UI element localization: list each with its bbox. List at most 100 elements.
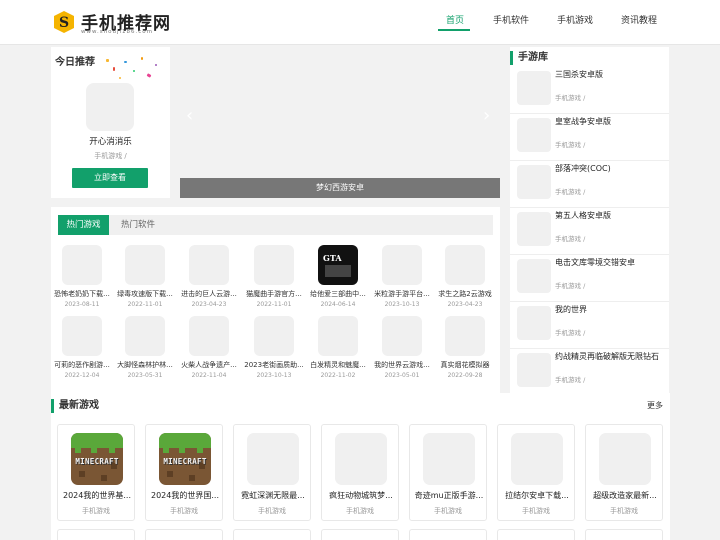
- newest-title: 最新游戏: [51, 399, 99, 413]
- nav-home[interactable]: 首页: [446, 13, 464, 26]
- app-icon: [517, 118, 551, 152]
- app-name: 猫魔曲手游官方...: [246, 290, 302, 298]
- app-icon: [62, 316, 102, 356]
- nav-news-tutorials[interactable]: 资讯教程: [621, 13, 657, 26]
- app-name: 白发精灵和魅魔...: [310, 361, 366, 369]
- game-card[interactable]: [233, 529, 311, 540]
- app-icon: [247, 433, 299, 485]
- today-app-icon[interactable]: [86, 83, 134, 131]
- app-date: 2022-11-02: [320, 372, 356, 379]
- chevron-right-icon[interactable]: ›: [483, 107, 490, 125]
- app-date: 2022-11-01: [127, 301, 163, 308]
- game-card[interactable]: [409, 529, 487, 540]
- app-icon: [517, 212, 551, 246]
- app-name: 2023老街画质助...: [244, 361, 304, 369]
- app-name: 大脚怪森林护林...: [117, 361, 173, 369]
- app-name: 电击文库零境交错安卓: [555, 258, 635, 267]
- site-header: S 手机推荐网 www.shouji186.com 首页 手机软件 手机游戏 资…: [0, 0, 720, 45]
- app-category: 手机游戏 /: [555, 188, 586, 196]
- view-now-button[interactable]: 立即查看: [72, 168, 148, 188]
- app-icon: [189, 316, 229, 356]
- more-link[interactable]: 更多: [647, 400, 663, 411]
- app-name: 约战精灵再临破解版无限钻石: [555, 352, 659, 361]
- list-item[interactable]: 三国杀安卓版 手机游戏 /: [510, 67, 669, 114]
- game-card[interactable]: [585, 529, 663, 540]
- app-icon: [125, 316, 165, 356]
- game-category: 手机游戏: [434, 507, 462, 515]
- minecraft-icon: MINECRAFT: [159, 433, 211, 485]
- list-item[interactable]: 第五人格安卓版 手机游戏 /: [510, 208, 669, 255]
- game-card[interactable]: [321, 529, 399, 540]
- app-icon: [62, 245, 102, 285]
- app-date: 2022-12-04: [64, 372, 100, 379]
- game-category: 手机游戏: [258, 507, 286, 515]
- game-card[interactable]: 奇迹mu正版手游... 手机游戏: [409, 424, 487, 521]
- nav-mobile-games[interactable]: 手机游戏: [557, 13, 593, 26]
- list-item[interactable]: 皇室战争安卓版 手机游戏 /: [510, 114, 669, 161]
- game-category: 手机游戏: [522, 507, 550, 515]
- app-name: 部落冲突(COC): [555, 164, 611, 173]
- app-icon: [335, 433, 387, 485]
- game-category: 手机游戏: [170, 507, 198, 515]
- app-date: 2022-09-28: [447, 372, 483, 379]
- chevron-left-icon[interactable]: ‹: [186, 107, 193, 125]
- app-icon: [599, 433, 651, 485]
- app-name: 三国杀安卓版: [555, 70, 603, 79]
- app-date: 2024-06-14: [320, 301, 356, 308]
- app-icon: [318, 316, 358, 356]
- app-icon: [517, 353, 551, 387]
- app-category: 手机游戏 /: [555, 376, 586, 384]
- game-name: 霓虹深渊无限最...: [241, 491, 305, 500]
- app-icon: [254, 245, 294, 285]
- game-card[interactable]: 拉结尔安卓下载... 手机游戏: [497, 424, 575, 521]
- app-name: 米粒游手游平台...: [374, 290, 430, 298]
- app-name: 求生之路2云游戏: [438, 290, 492, 298]
- minecraft-label: MINECRAFT: [163, 457, 207, 466]
- today-app-name[interactable]: 开心消消乐: [51, 135, 170, 147]
- gta-label: GTA: [323, 253, 342, 263]
- banner-caption[interactable]: 梦幻西游安卓: [180, 178, 500, 198]
- game-card[interactable]: MINECRAFT 2024我的世界国... 手机游戏: [145, 424, 223, 521]
- game-card[interactable]: 霓虹深渊无限最... 手机游戏: [233, 424, 311, 521]
- logo-icon: S: [54, 11, 74, 33]
- svg-text:S: S: [59, 15, 69, 31]
- nav-mobile-software[interactable]: 手机软件: [493, 13, 529, 26]
- tab-hot-games[interactable]: 热门游戏: [58, 215, 109, 235]
- today-app-category: 手机游戏 /: [94, 152, 127, 160]
- site-domain: www.shouji186.com: [81, 29, 153, 35]
- app-category: 手机游戏 /: [555, 94, 586, 102]
- app-date: 2023-05-01: [384, 372, 420, 379]
- game-card[interactable]: [145, 529, 223, 540]
- game-category: 手机游戏: [346, 507, 374, 515]
- app-category: 手机游戏 /: [555, 329, 586, 337]
- list-item[interactable]: 部落冲突(COC) 手机游戏 /: [510, 161, 669, 208]
- game-name: 超级改造家最新...: [593, 491, 657, 500]
- minecraft-label: MINECRAFT: [75, 457, 119, 466]
- site-logo[interactable]: S 手机推荐网 www.shouji186.com: [52, 8, 182, 38]
- app-icon: [125, 245, 165, 285]
- game-card[interactable]: MINECRAFT 2024我的世界基... 手机游戏: [57, 424, 135, 521]
- app-name: 我的世界云游戏...: [374, 361, 430, 369]
- app-date: 2023-04-23: [447, 301, 483, 308]
- game-card[interactable]: 超级改造家最新... 手机游戏: [585, 424, 663, 521]
- game-card[interactable]: [497, 529, 575, 540]
- game-category: 手机游戏: [82, 507, 110, 515]
- game-name: 疯狂动物城筑梦...: [329, 491, 393, 500]
- game-card[interactable]: 疯狂动物城筑梦... 手机游戏: [321, 424, 399, 521]
- list-item[interactable]: 电击文库零境交错安卓 手机游戏 /: [510, 255, 669, 302]
- game-card[interactable]: [57, 529, 135, 540]
- hot-tabs: 热门游戏 热门软件: [58, 215, 493, 235]
- app-date: 2023-08-11: [64, 301, 100, 308]
- app-icon: [517, 71, 551, 105]
- app-date: 2022-11-04: [191, 372, 227, 379]
- tab-hot-software[interactable]: 热门软件: [109, 215, 167, 235]
- game-name: 2024我的世界基...: [63, 491, 131, 500]
- app-icon: [445, 316, 485, 356]
- app-date: 2023-05-31: [127, 372, 163, 379]
- app-date: 2023-04-23: [191, 301, 227, 308]
- list-item[interactable]: 约战精灵再临破解版无限钻石 手机游戏 /: [510, 349, 669, 396]
- banner-carousel[interactable]: ‹ › 梦幻西游安卓: [180, 47, 500, 198]
- list-item[interactable]: 我的世界 手机游戏 /: [510, 302, 669, 349]
- game-library-panel: 手游库 三国杀安卓版 手机游戏 / 皇室战争安卓版 手机游戏 / 部落冲突(CO…: [510, 47, 669, 393]
- game-name: 拉结尔安卓下载...: [505, 491, 569, 500]
